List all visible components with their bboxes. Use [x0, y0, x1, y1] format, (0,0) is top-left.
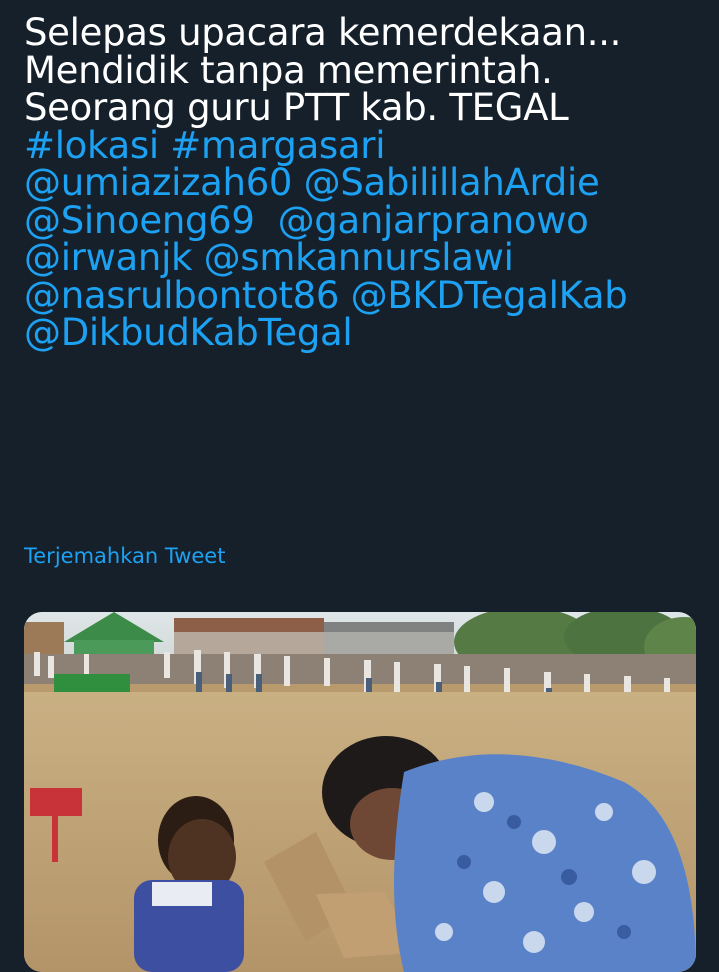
- tweet-line: @DikbudKabTegal: [24, 314, 704, 352]
- video-frame-image: [24, 612, 696, 972]
- translate-tweet-link[interactable]: Terjemahkan Tweet: [24, 544, 225, 568]
- tweet-line: Seorang guru PTT kab. TEGAL: [24, 89, 704, 127]
- tweet-line: @Sinoeng69 @ganjarpranowo: [24, 201, 704, 240]
- tweet-line: @irwanjk @smkannurslawi: [24, 239, 704, 277]
- tweet-line: @nasrulbontot86 @BKDTegalKab: [24, 274, 704, 317]
- tweet-line: #lokasi #margasari: [24, 126, 704, 165]
- tweet-line: Selepas upacara kemerdekaan...: [24, 14, 704, 52]
- tweet-text: Selepas upacara kemerdekaan... Mendidik t…: [24, 14, 704, 352]
- tweet-line: Mendidik tanpa memerintah.: [24, 51, 704, 90]
- tweet-line: @umiazizah60 @SabilillahArdie: [24, 164, 704, 202]
- mention-link[interactable]: @BKDTegalKab: [351, 274, 628, 317]
- tweet-video-thumbnail[interactable]: [24, 612, 696, 972]
- mention-link[interactable]: @DikbudKabTegal: [24, 311, 353, 354]
